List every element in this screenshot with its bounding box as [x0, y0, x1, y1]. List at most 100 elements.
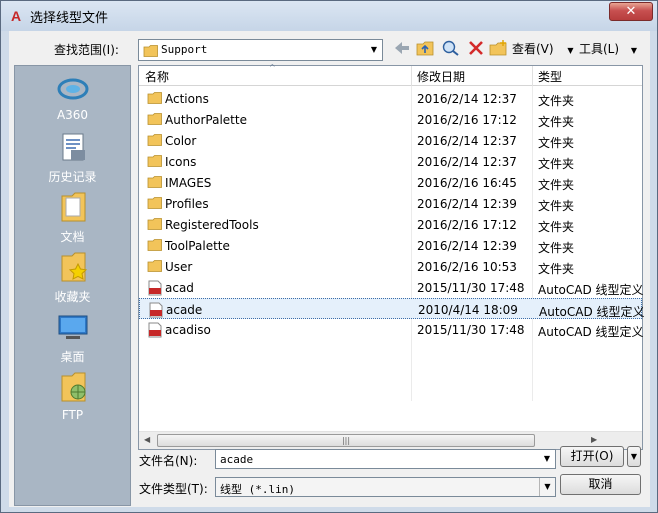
file-type: 文件夹	[538, 262, 575, 276]
file-name: RegisteredTools	[165, 218, 259, 232]
file-row[interactable]: acadiso 2015/11/30 17:48 AutoCAD 线型定义	[139, 319, 644, 340]
place-history[interactable]: 历史记录	[15, 128, 130, 186]
folder-icon	[147, 239, 162, 251]
file-row[interactable]: acade 2010/4/14 18:09 AutoCAD 线型定义	[139, 298, 645, 319]
file-row[interactable]: Icons 2016/2/14 12:37 文件夹	[139, 151, 642, 172]
up-folder-icon[interactable]	[415, 39, 435, 57]
dialog-window: A 选择线型文件 ✕ 查找范围(I): Support ▼ 查看(V) ▼ 工具…	[0, 0, 658, 513]
cancel-button-label: 取消	[588, 477, 613, 491]
file-date: 2016/2/16 17:12	[417, 113, 517, 127]
lookin-value: Support	[161, 43, 208, 56]
chevron-down-icon: ▼	[370, 45, 378, 54]
file-row[interactable]: RegisteredTools 2016/2/16 17:12 文件夹	[139, 214, 642, 235]
file-date: 2016/2/14 12:39	[417, 197, 517, 211]
place-desktop[interactable]: 桌面	[15, 308, 130, 366]
file-date: 2016/2/16 17:12	[417, 218, 517, 232]
lookin-dropdown[interactable]: Support ▼	[138, 39, 383, 61]
file-name: Color	[165, 134, 197, 148]
folder-icon	[147, 197, 162, 209]
open-options-dropdown[interactable]: ▼	[627, 446, 641, 467]
scroll-left-icon[interactable]: ◀	[144, 435, 150, 444]
scroll-right-icon[interactable]: ▶	[591, 435, 597, 444]
place-label: 收藏夹	[54, 290, 91, 304]
place-label: 历史记录	[48, 170, 97, 184]
folder-icon	[147, 155, 162, 167]
tools-menu-button[interactable]: 工具(L) ▼	[579, 39, 637, 59]
column-divider[interactable]	[411, 66, 412, 86]
column-header-name[interactable]: 名称	[145, 68, 169, 85]
folder-icon	[147, 92, 162, 104]
title-bar[interactable]: A 选择线型文件 ✕	[1, 1, 657, 31]
folder-icon	[147, 134, 162, 146]
file-type: 文件夹	[538, 115, 575, 129]
desktop-icon	[58, 315, 87, 339]
search-web-icon[interactable]	[441, 39, 461, 57]
place-documents[interactable]: 文档	[15, 188, 130, 246]
place-label: A360	[56, 108, 89, 122]
open-button[interactable]: 打开(O)	[560, 446, 624, 467]
filetype-label: 文件类型(T):	[139, 482, 208, 496]
chevron-down-icon[interactable]: ▼	[539, 450, 555, 468]
file-type: 文件夹	[538, 136, 575, 150]
file-row[interactable]: AuthorPalette 2016/2/16 17:12 文件夹	[139, 109, 642, 130]
column-header-type[interactable]: 类型	[538, 68, 562, 85]
file-type: 文件夹	[538, 241, 575, 255]
column-divider[interactable]	[532, 66, 533, 86]
folder-icon	[147, 218, 162, 230]
a360-icon	[57, 78, 88, 100]
file-date: 2016/2/16 10:53	[417, 260, 517, 274]
chevron-down-icon: ▼	[630, 452, 638, 461]
file-date: 2016/2/14 12:37	[417, 92, 517, 106]
scrollbar-thumb[interactable]: |||	[157, 434, 535, 447]
dialog-body: 查找范围(I): Support ▼ 查看(V) ▼ 工具(L) ▼ A360 …	[9, 31, 650, 507]
file-date: 2016/2/14 12:39	[417, 239, 517, 253]
delete-icon[interactable]	[466, 39, 486, 57]
ftp-icon	[61, 372, 85, 402]
file-row[interactable]: IMAGES 2016/2/16 16:45 文件夹	[139, 172, 642, 193]
filename-input[interactable]: acade ▼	[215, 449, 556, 469]
list-header: 名称 ^ 修改日期 类型	[139, 63, 642, 86]
dialog-title: 选择线型文件	[30, 11, 109, 26]
place-favorites[interactable]: 收藏夹	[15, 248, 130, 306]
file-row[interactable]: acad 2015/11/30 17:48 AutoCAD 线型定义	[139, 277, 644, 298]
file-name: IMAGES	[165, 176, 212, 190]
back-arrow-icon[interactable]	[392, 39, 412, 57]
new-folder-icon[interactable]	[488, 39, 508, 57]
file-type: 文件夹	[538, 199, 575, 213]
chevron-down-icon: ▼	[567, 46, 574, 55]
sort-ascending-icon: ^	[269, 63, 276, 72]
file-name: acade	[166, 303, 203, 317]
folder-icon	[147, 260, 162, 272]
file-row[interactable]: User 2016/2/16 10:53 文件夹	[139, 256, 642, 277]
tools-menu-label: 工具(L)	[579, 42, 620, 56]
place-a360[interactable]: A360	[15, 68, 130, 126]
file-row[interactable]: Color 2016/2/14 12:37 文件夹	[139, 130, 642, 151]
folder-icon	[147, 176, 162, 188]
place-label: 文档	[60, 230, 85, 244]
file-row[interactable]: ToolPalette 2016/2/14 12:39 文件夹	[139, 235, 642, 256]
file-row[interactable]: Profiles 2016/2/14 12:39 文件夹	[139, 193, 642, 214]
file-list[interactable]: 名称 ^ 修改日期 类型 Actions 2016/2/14 12:37 文件夹 Au…	[138, 63, 645, 450]
column-header-date[interactable]: 修改日期	[417, 68, 465, 85]
history-icon	[62, 133, 85, 161]
file-row[interactable]: Actions 2016/2/14 12:37 文件夹	[139, 88, 642, 109]
file-type: AutoCAD 线型定义	[538, 325, 644, 339]
chevron-down-icon: ▼	[539, 478, 555, 496]
lin-file-icon	[149, 302, 163, 318]
filetype-dropdown[interactable]: 线型 (*.lin) ▼	[215, 477, 556, 497]
view-menu-button[interactable]: 查看(V) ▼	[512, 39, 574, 59]
chevron-down-icon: ▼	[630, 46, 638, 55]
view-menu-label: 查看(V)	[512, 42, 554, 56]
file-name: User	[165, 260, 193, 274]
close-button[interactable]: ✕	[609, 2, 653, 21]
file-name: Profiles	[165, 197, 209, 211]
file-date: 2010/4/14 18:09	[418, 303, 518, 317]
file-type: AutoCAD 线型定义	[539, 305, 645, 319]
places-bar: A360 历史记录 文档 收藏夹 桌面 FTP	[14, 65, 131, 506]
file-name: acad	[165, 281, 194, 295]
folder-icon	[147, 113, 162, 125]
place-ftp[interactable]: FTP	[15, 368, 130, 426]
file-name: Actions	[165, 92, 209, 106]
lookin-label: 查找范围(I):	[54, 43, 119, 57]
cancel-button[interactable]: 取消	[560, 474, 641, 495]
